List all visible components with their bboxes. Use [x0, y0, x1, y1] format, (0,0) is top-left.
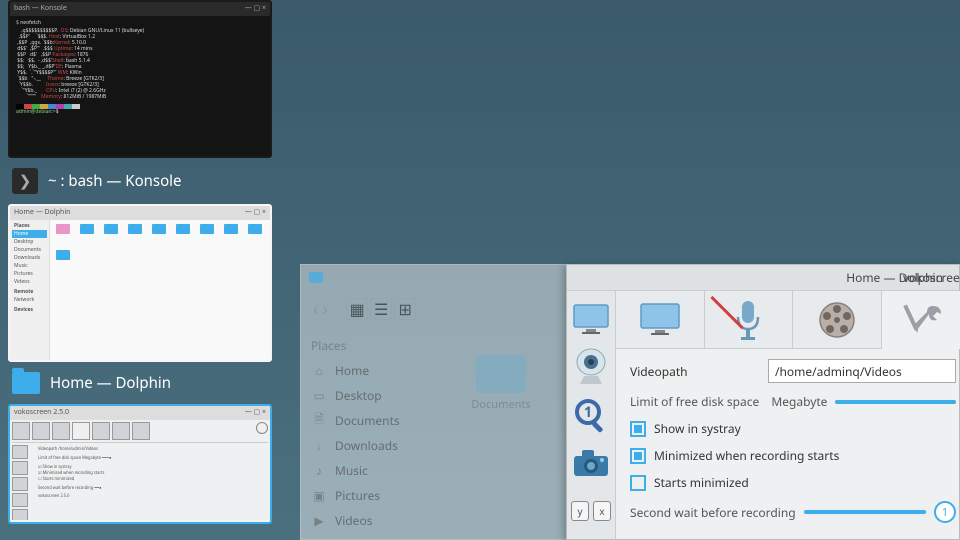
places-sidebar: Places ⌂Home ▭Desktop 🗎Documents ↓Downlo…	[301, 329, 431, 537]
tools-icon	[903, 300, 947, 338]
wait-label: Second wait before recording	[630, 504, 796, 521]
sidebar-item-music[interactable]: ♪Music	[301, 458, 431, 483]
tab-fullscreen[interactable]	[571, 297, 611, 341]
dolphin-preview: Places HomeDesktopDocumentsDownloadsMusi…	[10, 220, 270, 360]
task-switcher-panel: bash — Konsole— ▢ × $ neofetch ,g$$$$$$$…	[0, 0, 294, 540]
videopath-label: Videopath	[630, 363, 760, 380]
forward-icon: ›	[323, 297, 329, 321]
wait-slider[interactable]	[804, 510, 926, 514]
webcam-icon	[572, 348, 610, 386]
desktop-icon: ▭	[311, 389, 327, 403]
disk-space-row: Limit of free disk space Megabyte	[630, 393, 956, 410]
key-x: x	[593, 501, 611, 521]
home-icon: ⌂	[311, 364, 327, 378]
task-label-konsole[interactable]: ❯ ~ : bash — Konsole	[0, 164, 294, 204]
left-tab-strip: 1 y x	[567, 291, 616, 539]
task-label-dolphin[interactable]: Home — Dolphin	[0, 368, 294, 404]
show-systray-check[interactable]: Show in systray	[630, 420, 956, 437]
task-item-dolphin[interactable]: Home — Dolphin— ▢ × Places HomeDesktopDo…	[8, 204, 286, 362]
videopath-row: Videopath	[630, 359, 956, 383]
vokoscreen-preview: Videopath /home/admin/Videos Limit of fr…	[10, 420, 270, 520]
sidebar-item-pictures[interactable]: ▣Pictures	[301, 483, 431, 508]
disk-slider[interactable]	[835, 400, 956, 404]
disk-unit: Megabyte	[771, 393, 827, 410]
task-item-konsole[interactable]: bash — Konsole— ▢ × $ neofetch ,g$$$$$$$…	[8, 0, 286, 158]
camera-icon	[572, 444, 610, 482]
starts-minimized-check[interactable]: Starts minimized	[630, 474, 956, 491]
terminal-preview: $ neofetch ,g$$$$$$$$$$P. OS: Debian GNU…	[10, 16, 270, 156]
minimized-recording-check[interactable]: Minimized when recording starts	[630, 447, 956, 464]
tab-webcam[interactable]	[571, 345, 611, 389]
vokoscreen-window: Home — Dolphin vokoscree 1	[566, 264, 960, 540]
checkbox-icon	[630, 421, 646, 437]
tab-camera[interactable]	[571, 441, 611, 485]
settings-form: Videopath Limit of free disk space Megab…	[616, 349, 960, 533]
monitor-icon	[639, 302, 681, 338]
folder-icon	[309, 272, 323, 283]
back-icon: ‹	[313, 297, 319, 321]
tab-magnifier[interactable]: 1	[571, 393, 611, 437]
film-reel-icon	[817, 300, 857, 340]
videopath-input[interactable]	[768, 359, 956, 383]
places-header: Places	[301, 333, 431, 358]
folder-item[interactable]: Documents	[461, 355, 541, 425]
tab-hotkeys[interactable]: y x	[571, 489, 611, 533]
folder-icon	[476, 355, 526, 393]
task-item-vokoscreen[interactable]: vokoscreen 2.5.0— ▢ × Videopath /home/ad…	[8, 404, 286, 524]
sidebar-item-home[interactable]: ⌂Home	[301, 358, 431, 383]
wait-value: 1	[934, 501, 956, 523]
sidebar-item-downloads[interactable]: ↓Downloads	[301, 433, 431, 458]
tab-display[interactable]	[616, 291, 705, 348]
key-y: y	[571, 501, 589, 521]
sidebar-item-videos[interactable]: ▶Videos	[301, 508, 431, 533]
chevron-right-icon: ❯	[12, 168, 38, 194]
sidebar-item-desktop[interactable]: ▭Desktop	[301, 383, 431, 408]
wait-row: Second wait before recording 1	[630, 501, 956, 523]
microphone-muted-icon	[733, 299, 763, 341]
window-titlebar[interactable]: Home — Dolphin vokoscree	[567, 265, 959, 291]
downloads-icon: ↓	[311, 439, 327, 453]
details-view-icon: ⊞	[394, 298, 416, 320]
music-icon: ♪	[311, 464, 327, 478]
sidebar-item-documents[interactable]: 🗎Documents	[301, 408, 431, 433]
disk-label: Limit of free disk space	[630, 393, 759, 410]
tab-audio-muted[interactable]	[705, 291, 794, 348]
dolphin-title-behind: Home — Dolphin	[846, 269, 943, 286]
checkbox-icon	[630, 475, 646, 491]
icons-view-icon: ▦	[346, 298, 368, 320]
svg-text:1: 1	[584, 403, 592, 422]
pictures-icon: ▣	[311, 489, 327, 503]
nav-arrows: ‹ ›	[313, 297, 328, 321]
documents-icon: 🗎	[311, 414, 327, 428]
tab-settings[interactable]	[882, 291, 960, 349]
view-mode-group: ▦ ☰ ⊞	[346, 298, 416, 320]
magnifier-icon: 1	[572, 396, 610, 434]
checkbox-icon	[630, 448, 646, 464]
tab-codec[interactable]	[793, 291, 882, 348]
videos-icon: ▶	[311, 514, 327, 528]
monitor-icon	[572, 300, 610, 338]
top-tab-strip	[616, 291, 960, 349]
compact-view-icon: ☰	[370, 298, 392, 320]
folder-icon	[12, 372, 40, 394]
keyboard-keys-icon: y x	[571, 501, 611, 521]
